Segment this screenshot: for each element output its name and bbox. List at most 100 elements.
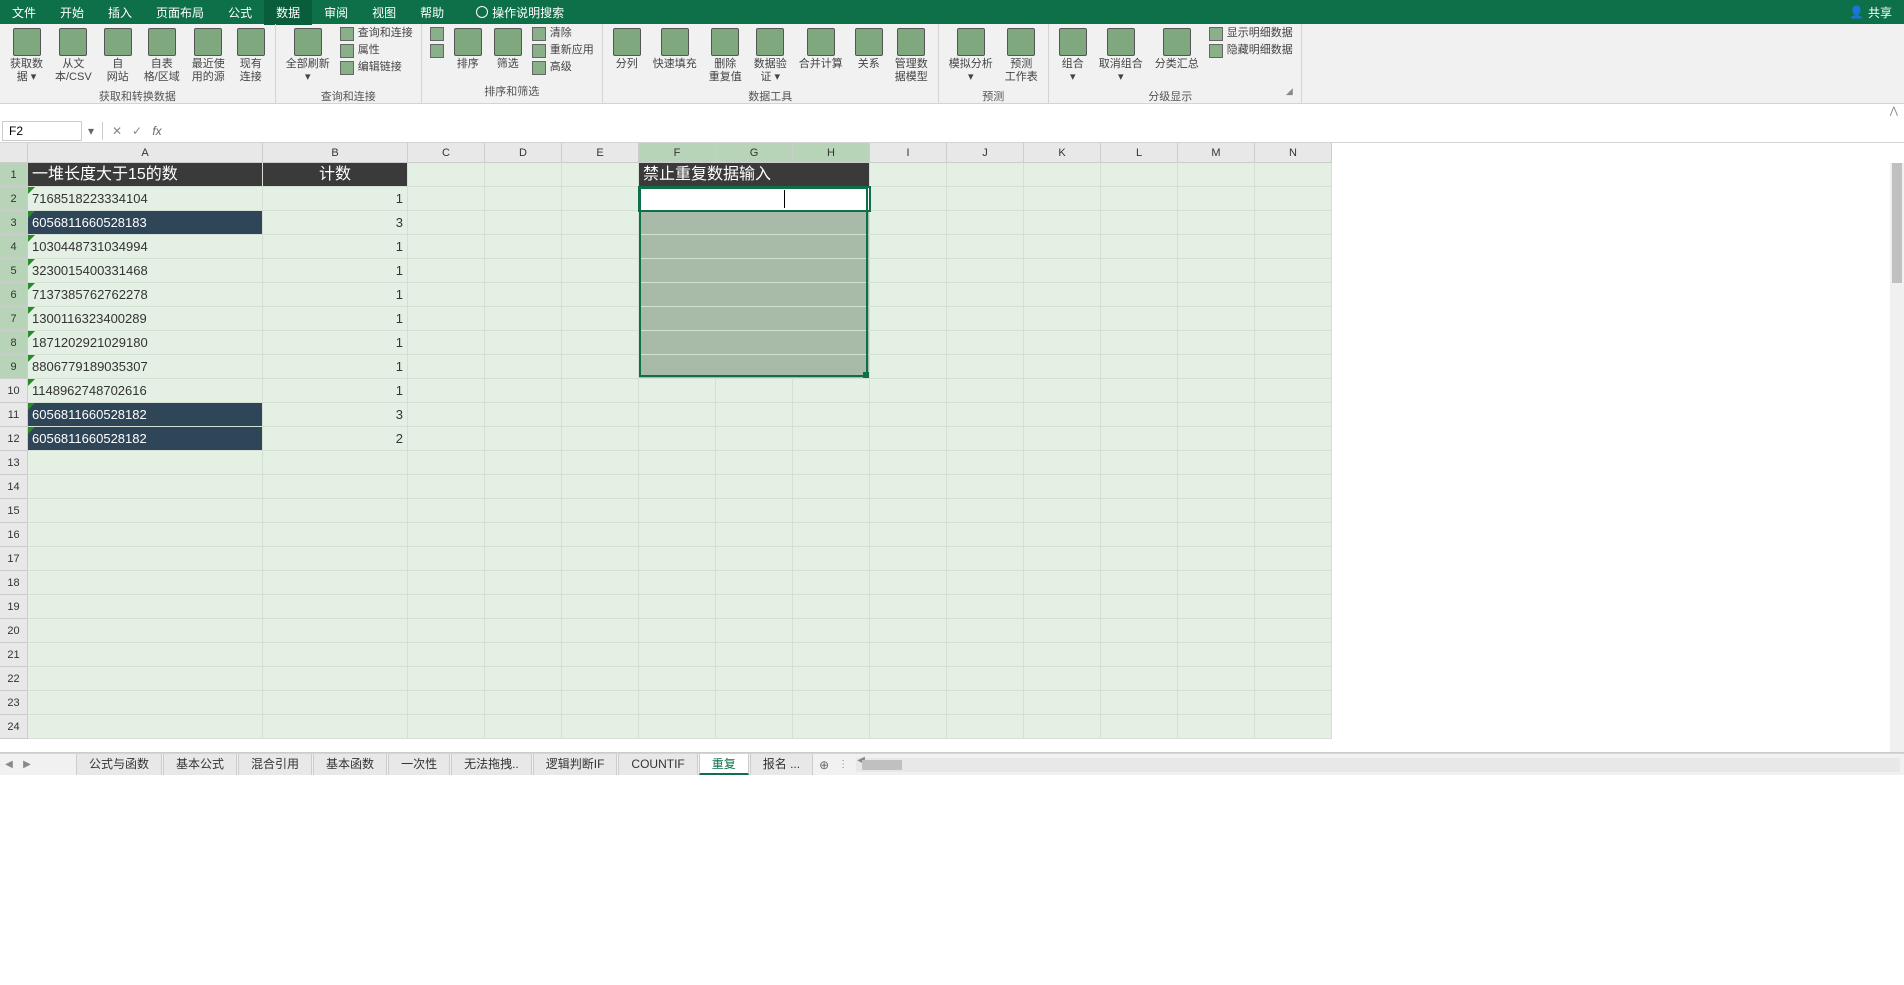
cell-F11[interactable] — [639, 403, 716, 427]
cell-M6[interactable] — [1178, 283, 1255, 307]
row-header-1[interactable]: 1 — [0, 163, 28, 187]
cell-K6[interactable] — [1024, 283, 1101, 307]
flash-fill-button[interactable]: 快速填充 — [649, 26, 701, 73]
cell-F9[interactable] — [639, 355, 870, 379]
cell-I3[interactable] — [870, 211, 947, 235]
cell-B5[interactable]: 1 — [263, 259, 408, 283]
cell-F6[interactable] — [639, 283, 870, 307]
cell-E10[interactable] — [562, 379, 639, 403]
cell-B13[interactable] — [263, 451, 408, 475]
cell-I9[interactable] — [870, 355, 947, 379]
cell-D7[interactable] — [485, 307, 562, 331]
cell-C8[interactable] — [408, 331, 485, 355]
data-validation-button[interactable]: 数据验 证 ▾ — [750, 26, 791, 86]
cell-K16[interactable] — [1024, 523, 1101, 547]
cell-J9[interactable] — [947, 355, 1024, 379]
cell-M14[interactable] — [1178, 475, 1255, 499]
add-sheet-button[interactable]: ⊕ — [814, 758, 834, 772]
select-all-button[interactable] — [0, 143, 28, 163]
cell-G20[interactable] — [716, 619, 793, 643]
row-header-7[interactable]: 7 — [0, 307, 28, 331]
cell-E5[interactable] — [562, 259, 639, 283]
cell-B20[interactable] — [263, 619, 408, 643]
cell-J17[interactable] — [947, 547, 1024, 571]
cell-M13[interactable] — [1178, 451, 1255, 475]
cell-E18[interactable] — [562, 571, 639, 595]
cell-J14[interactable] — [947, 475, 1024, 499]
cell-N12[interactable] — [1255, 427, 1332, 451]
cell-K4[interactable] — [1024, 235, 1101, 259]
cell-I17[interactable] — [870, 547, 947, 571]
col-header-J[interactable]: J — [947, 143, 1024, 163]
cell-A13[interactable] — [28, 451, 263, 475]
show-detail-button[interactable]: 显示明细数据 — [1207, 26, 1295, 42]
cell-B4[interactable]: 1 — [263, 235, 408, 259]
tab-home[interactable]: 开始 — [48, 0, 96, 25]
cell-D22[interactable] — [485, 667, 562, 691]
tab-data[interactable]: 数据 — [264, 0, 312, 25]
cell-J3[interactable] — [947, 211, 1024, 235]
cell-J21[interactable] — [947, 643, 1024, 667]
cell-J1[interactable] — [947, 163, 1024, 187]
row-header-9[interactable]: 9 — [0, 355, 28, 379]
col-header-I[interactable]: I — [870, 143, 947, 163]
cell-H11[interactable] — [793, 403, 870, 427]
cell-G21[interactable] — [716, 643, 793, 667]
cell-E22[interactable] — [562, 667, 639, 691]
cell-D11[interactable] — [485, 403, 562, 427]
cell-N3[interactable] — [1255, 211, 1332, 235]
cell-D15[interactable] — [485, 499, 562, 523]
cell-J11[interactable] — [947, 403, 1024, 427]
cell-F16[interactable] — [639, 523, 716, 547]
cell-M4[interactable] — [1178, 235, 1255, 259]
from-table-button[interactable]: 自表 格/区域 — [140, 26, 184, 86]
cell-N13[interactable] — [1255, 451, 1332, 475]
cell-M15[interactable] — [1178, 499, 1255, 523]
subtotal-button[interactable]: 分类汇总 — [1151, 26, 1203, 73]
cell-N18[interactable] — [1255, 571, 1332, 595]
cell-D21[interactable] — [485, 643, 562, 667]
cell-M5[interactable] — [1178, 259, 1255, 283]
cell-L11[interactable] — [1101, 403, 1178, 427]
sheet-tab-基本公式[interactable]: 基本公式 — [163, 754, 237, 775]
cell-D9[interactable] — [485, 355, 562, 379]
cell-D3[interactable] — [485, 211, 562, 235]
cell-D24[interactable] — [485, 715, 562, 739]
cell-K22[interactable] — [1024, 667, 1101, 691]
cell-M20[interactable] — [1178, 619, 1255, 643]
cell-L8[interactable] — [1101, 331, 1178, 355]
cell-G19[interactable] — [716, 595, 793, 619]
cell-A8[interactable]: 1871202921029180 — [28, 331, 263, 355]
cell-G18[interactable] — [716, 571, 793, 595]
cell-C23[interactable] — [408, 691, 485, 715]
cell-M3[interactable] — [1178, 211, 1255, 235]
cell-H23[interactable] — [793, 691, 870, 715]
cell-M18[interactable] — [1178, 571, 1255, 595]
row-header-8[interactable]: 8 — [0, 331, 28, 355]
cell-F15[interactable] — [639, 499, 716, 523]
cell-C10[interactable] — [408, 379, 485, 403]
cell-D19[interactable] — [485, 595, 562, 619]
hscroll-thumb[interactable] — [862, 760, 902, 770]
cell-G14[interactable] — [716, 475, 793, 499]
row-header-11[interactable]: 11 — [0, 403, 28, 427]
cell-E17[interactable] — [562, 547, 639, 571]
ungroup-button[interactable]: 取消组合 ▾ — [1095, 26, 1147, 86]
cell-E24[interactable] — [562, 715, 639, 739]
cell-F19[interactable] — [639, 595, 716, 619]
cell-L24[interactable] — [1101, 715, 1178, 739]
worksheet-grid[interactable]: ABCDEFGHIJKLMN 1234567891011121314151617… — [0, 143, 1904, 753]
cell-B3[interactable]: 3 — [263, 211, 408, 235]
group-button[interactable]: 组合 ▾ — [1055, 26, 1091, 86]
cell-C17[interactable] — [408, 547, 485, 571]
cell-I19[interactable] — [870, 595, 947, 619]
cell-N9[interactable] — [1255, 355, 1332, 379]
cell-M2[interactable] — [1178, 187, 1255, 211]
cell-B22[interactable] — [263, 667, 408, 691]
cell-B6[interactable]: 1 — [263, 283, 408, 307]
cell-F13[interactable] — [639, 451, 716, 475]
cell-N7[interactable] — [1255, 307, 1332, 331]
cell-D1[interactable] — [485, 163, 562, 187]
row-header-10[interactable]: 10 — [0, 379, 28, 403]
cell-N23[interactable] — [1255, 691, 1332, 715]
